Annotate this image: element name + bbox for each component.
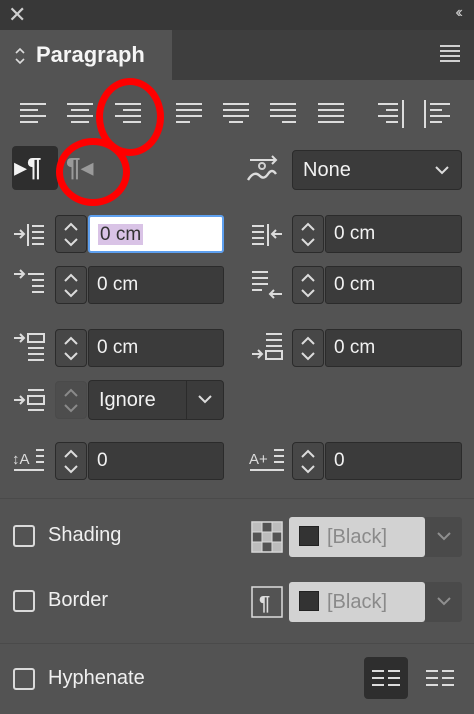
border-color-value: [Black] [327,591,388,613]
panel-menu-icon[interactable] [440,45,460,62]
first-line-indent-stepper[interactable] [55,266,87,304]
composer-icon [246,155,278,181]
chevron-down-icon [435,166,449,175]
last-line-indent-field[interactable]: 0 cm [325,266,462,304]
right-indent-field[interactable]: 0 cm [325,215,462,253]
drop-cap-lines-icon: ↕A [12,449,44,471]
panel-title: Paragraph [36,42,145,67]
border-color-dropdown[interactable] [425,582,462,622]
hyphenate-single-line-button[interactable] [364,657,408,699]
panel-title-bar [0,0,474,30]
right-indent-icon [252,224,282,246]
chevron-down-icon [437,532,451,541]
left-indent-stepper[interactable] [55,215,87,253]
shading-swatch-grid-icon[interactable] [251,521,283,553]
border-color-swatch [299,591,319,611]
drop-cap-lines-stepper[interactable] [55,442,87,480]
border-label: Border [48,589,109,611]
single-line-composer-icon [372,670,400,686]
ltr-paragraph-icon: ▸¶ [14,152,42,182]
align-toward-spine-icon[interactable] [376,98,406,130]
justify-right-icon[interactable] [268,100,298,128]
space-after-icon [252,333,283,360]
hyphenate-checkbox[interactable] [13,668,35,690]
shading-color-value: [Black] [327,526,388,548]
annotation-circle-rtl-direction [56,138,130,206]
space-after-stepper[interactable] [292,329,324,367]
left-indent-field[interactable]: 0 cm [88,215,224,253]
drop-cap-chars-icon: A+ [249,449,284,471]
drop-cap-chars-stepper[interactable] [292,442,324,480]
chevron-down-icon [198,395,212,404]
align-left-icon[interactable] [18,100,48,128]
align-away-from-spine-icon[interactable] [422,98,452,130]
border-checkbox[interactable] [13,590,35,612]
last-line-indent-stepper[interactable] [292,266,324,304]
last-line-indent-icon [252,271,282,299]
svg-text:↕A: ↕A [12,451,30,468]
chevron-down-icon [437,597,451,606]
divider [0,643,474,644]
space-before-field[interactable]: 0 cm [88,329,224,367]
justify-all-icon[interactable] [316,100,346,128]
shading-label: Shading [48,524,122,546]
tab-reorder-icon[interactable] [14,46,26,66]
collapse-panel-icon[interactable]: ‹‹ [455,4,462,22]
first-line-indent-field[interactable]: 0 cm [88,266,224,304]
align-to-grid-stepper [55,381,87,419]
paragraph-composer-icon[interactable] [424,668,456,688]
shading-color-swatch [299,526,319,546]
svg-text:A+: A+ [249,451,268,468]
justify-left-icon[interactable] [174,100,204,128]
align-to-grid-icon [14,389,45,411]
composer-dropdown[interactable]: None [292,150,462,190]
space-before-stepper[interactable] [55,329,87,367]
left-indent-icon [14,224,44,246]
hyphenate-label: Hyphenate [48,667,145,689]
right-indent-stepper[interactable] [292,215,324,253]
divider [0,498,474,499]
drop-cap-lines-field[interactable]: 0 [88,442,224,480]
shading-color-dropdown[interactable] [425,517,462,557]
align-to-grid-dropdown[interactable]: Ignore [88,380,224,420]
align-center-icon[interactable] [65,100,95,128]
border-paragraph-icon[interactable]: ¶ [251,586,283,618]
drop-cap-chars-field[interactable]: 0 [325,442,462,480]
first-line-indent-icon [14,269,44,293]
shading-checkbox[interactable] [13,525,35,547]
composer-value: None [303,159,351,181]
shading-color-field[interactable]: [Black] [289,517,425,557]
svg-text:¶: ¶ [259,593,270,615]
justify-center-icon[interactable] [221,100,251,128]
align-to-grid-value: Ignore [99,389,156,411]
border-color-field[interactable]: [Black] [289,582,425,622]
space-before-icon [14,333,45,361]
close-icon[interactable]: ✕ [8,2,26,28]
space-after-field[interactable]: 0 cm [325,329,462,367]
